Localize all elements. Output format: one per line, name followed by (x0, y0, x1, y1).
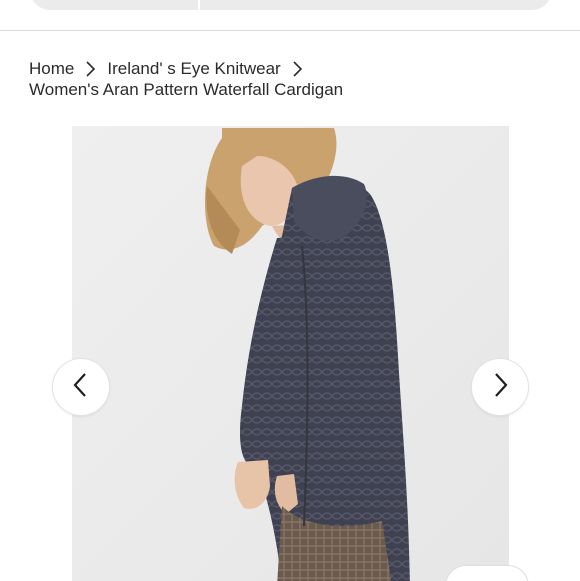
chevron-right-icon (488, 371, 512, 404)
gallery-prev-button[interactable] (53, 359, 109, 415)
chevron-right-icon (80, 60, 102, 78)
product-page: Home Ireland' s Eye Knitwear Women's Ara… (0, 0, 580, 581)
chevron-right-icon (287, 60, 309, 78)
product-photo-illustration (72, 126, 509, 581)
breadcrumb-current-page: Women's Aran Pattern Waterfall Cardigan (29, 80, 344, 99)
product-image[interactable] (72, 126, 509, 581)
breadcrumb-category-link[interactable]: Ireland' s Eye Knitwear (107, 58, 280, 79)
chevron-left-icon (69, 371, 93, 404)
breadcrumb-home-link[interactable]: Home (29, 58, 74, 79)
search-bar[interactable] (30, 0, 552, 10)
gallery-next-button[interactable] (472, 359, 528, 415)
breadcrumb-row: Home Ireland' s Eye Knitwear (29, 58, 549, 79)
breadcrumb: Home Ireland' s Eye Knitwear Women's Ara… (29, 58, 549, 100)
header-divider (0, 30, 580, 31)
search-divider (198, 0, 200, 10)
floating-action-button[interactable] (446, 566, 528, 581)
